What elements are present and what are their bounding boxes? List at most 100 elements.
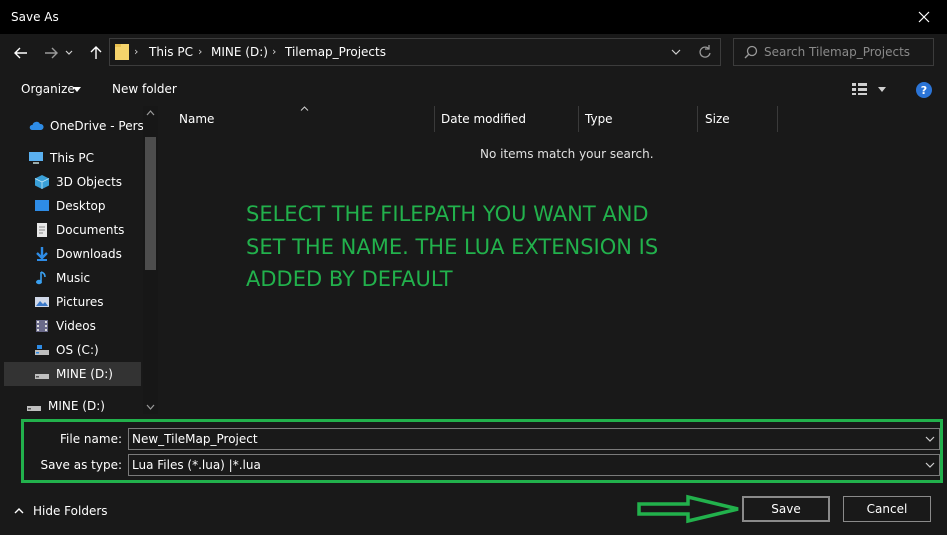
window-title: Save As bbox=[11, 10, 59, 24]
hide-folders-label: Hide Folders bbox=[33, 504, 108, 518]
chevron-down-icon[interactable] bbox=[146, 404, 155, 410]
sidebar-item-pictures[interactable]: Pictures bbox=[0, 290, 143, 314]
sidebar-item-label: Pictures bbox=[56, 295, 104, 309]
sidebar-item-mine-d-selected[interactable]: MINE (D:) bbox=[4, 362, 141, 386]
sidebar-item-label: OS (C:) bbox=[56, 343, 99, 357]
annotation-line: SELECT THE FILEPATH YOU WANT AND bbox=[246, 202, 649, 226]
sidebar-item-label: Downloads bbox=[56, 247, 122, 261]
chevron-down-icon[interactable] bbox=[878, 87, 886, 92]
new-folder-button[interactable]: New folder bbox=[112, 82, 177, 96]
sidebar-item-label: Videos bbox=[56, 319, 96, 333]
sidebar-item-downloads[interactable]: Downloads bbox=[0, 242, 143, 266]
column-divider[interactable] bbox=[578, 106, 579, 132]
sidebar-item-onedrive[interactable]: OneDrive - Persor bbox=[0, 114, 143, 138]
save-button[interactable]: Save bbox=[742, 496, 830, 522]
breadcrumb-this-pc[interactable]: This PC bbox=[149, 45, 193, 59]
chevron-up-icon[interactable] bbox=[146, 110, 155, 116]
help-button[interactable]: ? bbox=[916, 82, 932, 98]
breadcrumb-separator: › bbox=[272, 45, 277, 58]
annotation-text: SELECT THE FILEPATH YOU WANT AND SET THE… bbox=[246, 198, 766, 296]
drive-icon bbox=[27, 406, 41, 411]
chevron-down-icon bbox=[65, 50, 73, 55]
column-divider[interactable] bbox=[434, 106, 435, 132]
save-as-type-value: Lua Files (*.lua) |*.lua bbox=[132, 458, 261, 472]
arrow-right-icon bbox=[45, 47, 58, 59]
refresh-button[interactable] bbox=[698, 44, 712, 63]
sidebar-item-this-pc[interactable]: This PC bbox=[0, 146, 143, 170]
annotation-arrow-icon bbox=[637, 494, 739, 524]
search-input[interactable] bbox=[764, 43, 929, 61]
sidebar-item-label: Documents bbox=[56, 223, 125, 237]
column-header-name[interactable]: Name bbox=[179, 112, 214, 126]
sidebar-item-desktop[interactable]: Desktop bbox=[0, 194, 143, 218]
search-box[interactable] bbox=[733, 38, 934, 66]
arrow-up-icon bbox=[90, 46, 102, 59]
document-icon bbox=[37, 223, 47, 237]
chevron-down-icon[interactable] bbox=[925, 459, 935, 471]
save-as-type-label: Save as type: bbox=[40, 458, 122, 472]
sidebar-item-os-c[interactable]: OS (C:) bbox=[0, 338, 143, 362]
empty-state-message: No items match your search. bbox=[480, 147, 654, 161]
drive-icon bbox=[35, 345, 49, 355]
up-button[interactable] bbox=[85, 42, 107, 64]
sidebar-item-label: OneDrive - Persor bbox=[50, 119, 143, 133]
view-options-icon[interactable] bbox=[852, 83, 870, 95]
drive-icon bbox=[35, 374, 49, 379]
annotation-line: ADDED BY DEFAULT bbox=[246, 267, 453, 291]
sidebar-item-label: MINE (D:) bbox=[56, 367, 113, 381]
search-icon bbox=[744, 45, 758, 59]
column-header-type[interactable]: Type bbox=[585, 112, 613, 126]
cancel-button[interactable]: Cancel bbox=[843, 496, 931, 522]
close-icon bbox=[918, 11, 930, 23]
videos-icon bbox=[36, 320, 48, 332]
scrollbar-thumb[interactable] bbox=[145, 137, 156, 270]
back-button[interactable] bbox=[10, 42, 32, 64]
download-icon bbox=[36, 247, 48, 261]
file-list: Name Date modified Type Size No items ma… bbox=[160, 106, 947, 414]
organize-button[interactable]: Organize bbox=[21, 82, 75, 96]
pictures-icon bbox=[35, 297, 49, 307]
save-as-type-select[interactable]: Lua Files (*.lua) |*.lua bbox=[128, 454, 940, 476]
title-bar bbox=[0, 0, 947, 34]
computer-icon bbox=[29, 152, 43, 164]
sidebar-item-label: Desktop bbox=[56, 199, 106, 213]
file-name-input[interactable] bbox=[132, 431, 912, 447]
cloud-icon bbox=[29, 121, 44, 130]
file-name-label: File name: bbox=[60, 432, 122, 446]
forward-button[interactable] bbox=[40, 42, 62, 64]
breadcrumb-separator: › bbox=[198, 45, 203, 58]
sidebar-item-3d-objects[interactable]: 3D Objects bbox=[0, 170, 143, 194]
file-name-combobox[interactable] bbox=[128, 428, 940, 450]
chevron-down-icon[interactable] bbox=[925, 433, 935, 445]
annotation-line: SET THE NAME. THE LUA EXTENSION IS bbox=[246, 234, 659, 259]
address-bar[interactable]: › This PC › MINE (D:) › Tilemap_Projects bbox=[109, 38, 721, 66]
sidebar-item-documents[interactable]: Documents bbox=[0, 218, 143, 242]
help-icon: ? bbox=[920, 83, 928, 97]
chevron-up-icon bbox=[14, 508, 24, 514]
toolbar: Organize New folder ? bbox=[0, 74, 947, 106]
music-icon bbox=[36, 271, 46, 285]
sort-ascending-icon bbox=[300, 106, 309, 111]
column-header-size[interactable]: Size bbox=[705, 112, 730, 126]
chevron-down-icon bbox=[671, 49, 681, 55]
column-divider[interactable] bbox=[777, 106, 778, 132]
address-dropdown[interactable] bbox=[671, 44, 681, 63]
sidebar-item-music[interactable]: Music bbox=[0, 266, 143, 290]
column-header-date-modified[interactable]: Date modified bbox=[441, 112, 526, 126]
close-button[interactable] bbox=[901, 0, 947, 34]
breadcrumb-mine-d[interactable]: MINE (D:) bbox=[211, 45, 268, 59]
sidebar-item-label: This PC bbox=[50, 151, 94, 165]
hide-folders-button[interactable]: Hide Folders bbox=[14, 504, 108, 518]
desktop-icon bbox=[35, 200, 49, 211]
sidebar-item-label: MINE (D:) bbox=[48, 399, 105, 413]
column-divider[interactable] bbox=[697, 106, 698, 132]
arrow-left-icon bbox=[14, 47, 27, 59]
navigation-pane: OneDrive - Persor This PC 3D Objects Des… bbox=[0, 106, 160, 414]
sidebar-item-videos[interactable]: Videos bbox=[0, 314, 143, 338]
breadcrumb-separator: › bbox=[134, 45, 139, 58]
refresh-icon bbox=[699, 45, 711, 58]
recent-locations-button[interactable] bbox=[62, 42, 76, 64]
folder-icon bbox=[115, 44, 129, 60]
breadcrumb-tilemap-projects[interactable]: Tilemap_Projects bbox=[285, 45, 386, 59]
sidebar-item-label: 3D Objects bbox=[56, 175, 123, 189]
